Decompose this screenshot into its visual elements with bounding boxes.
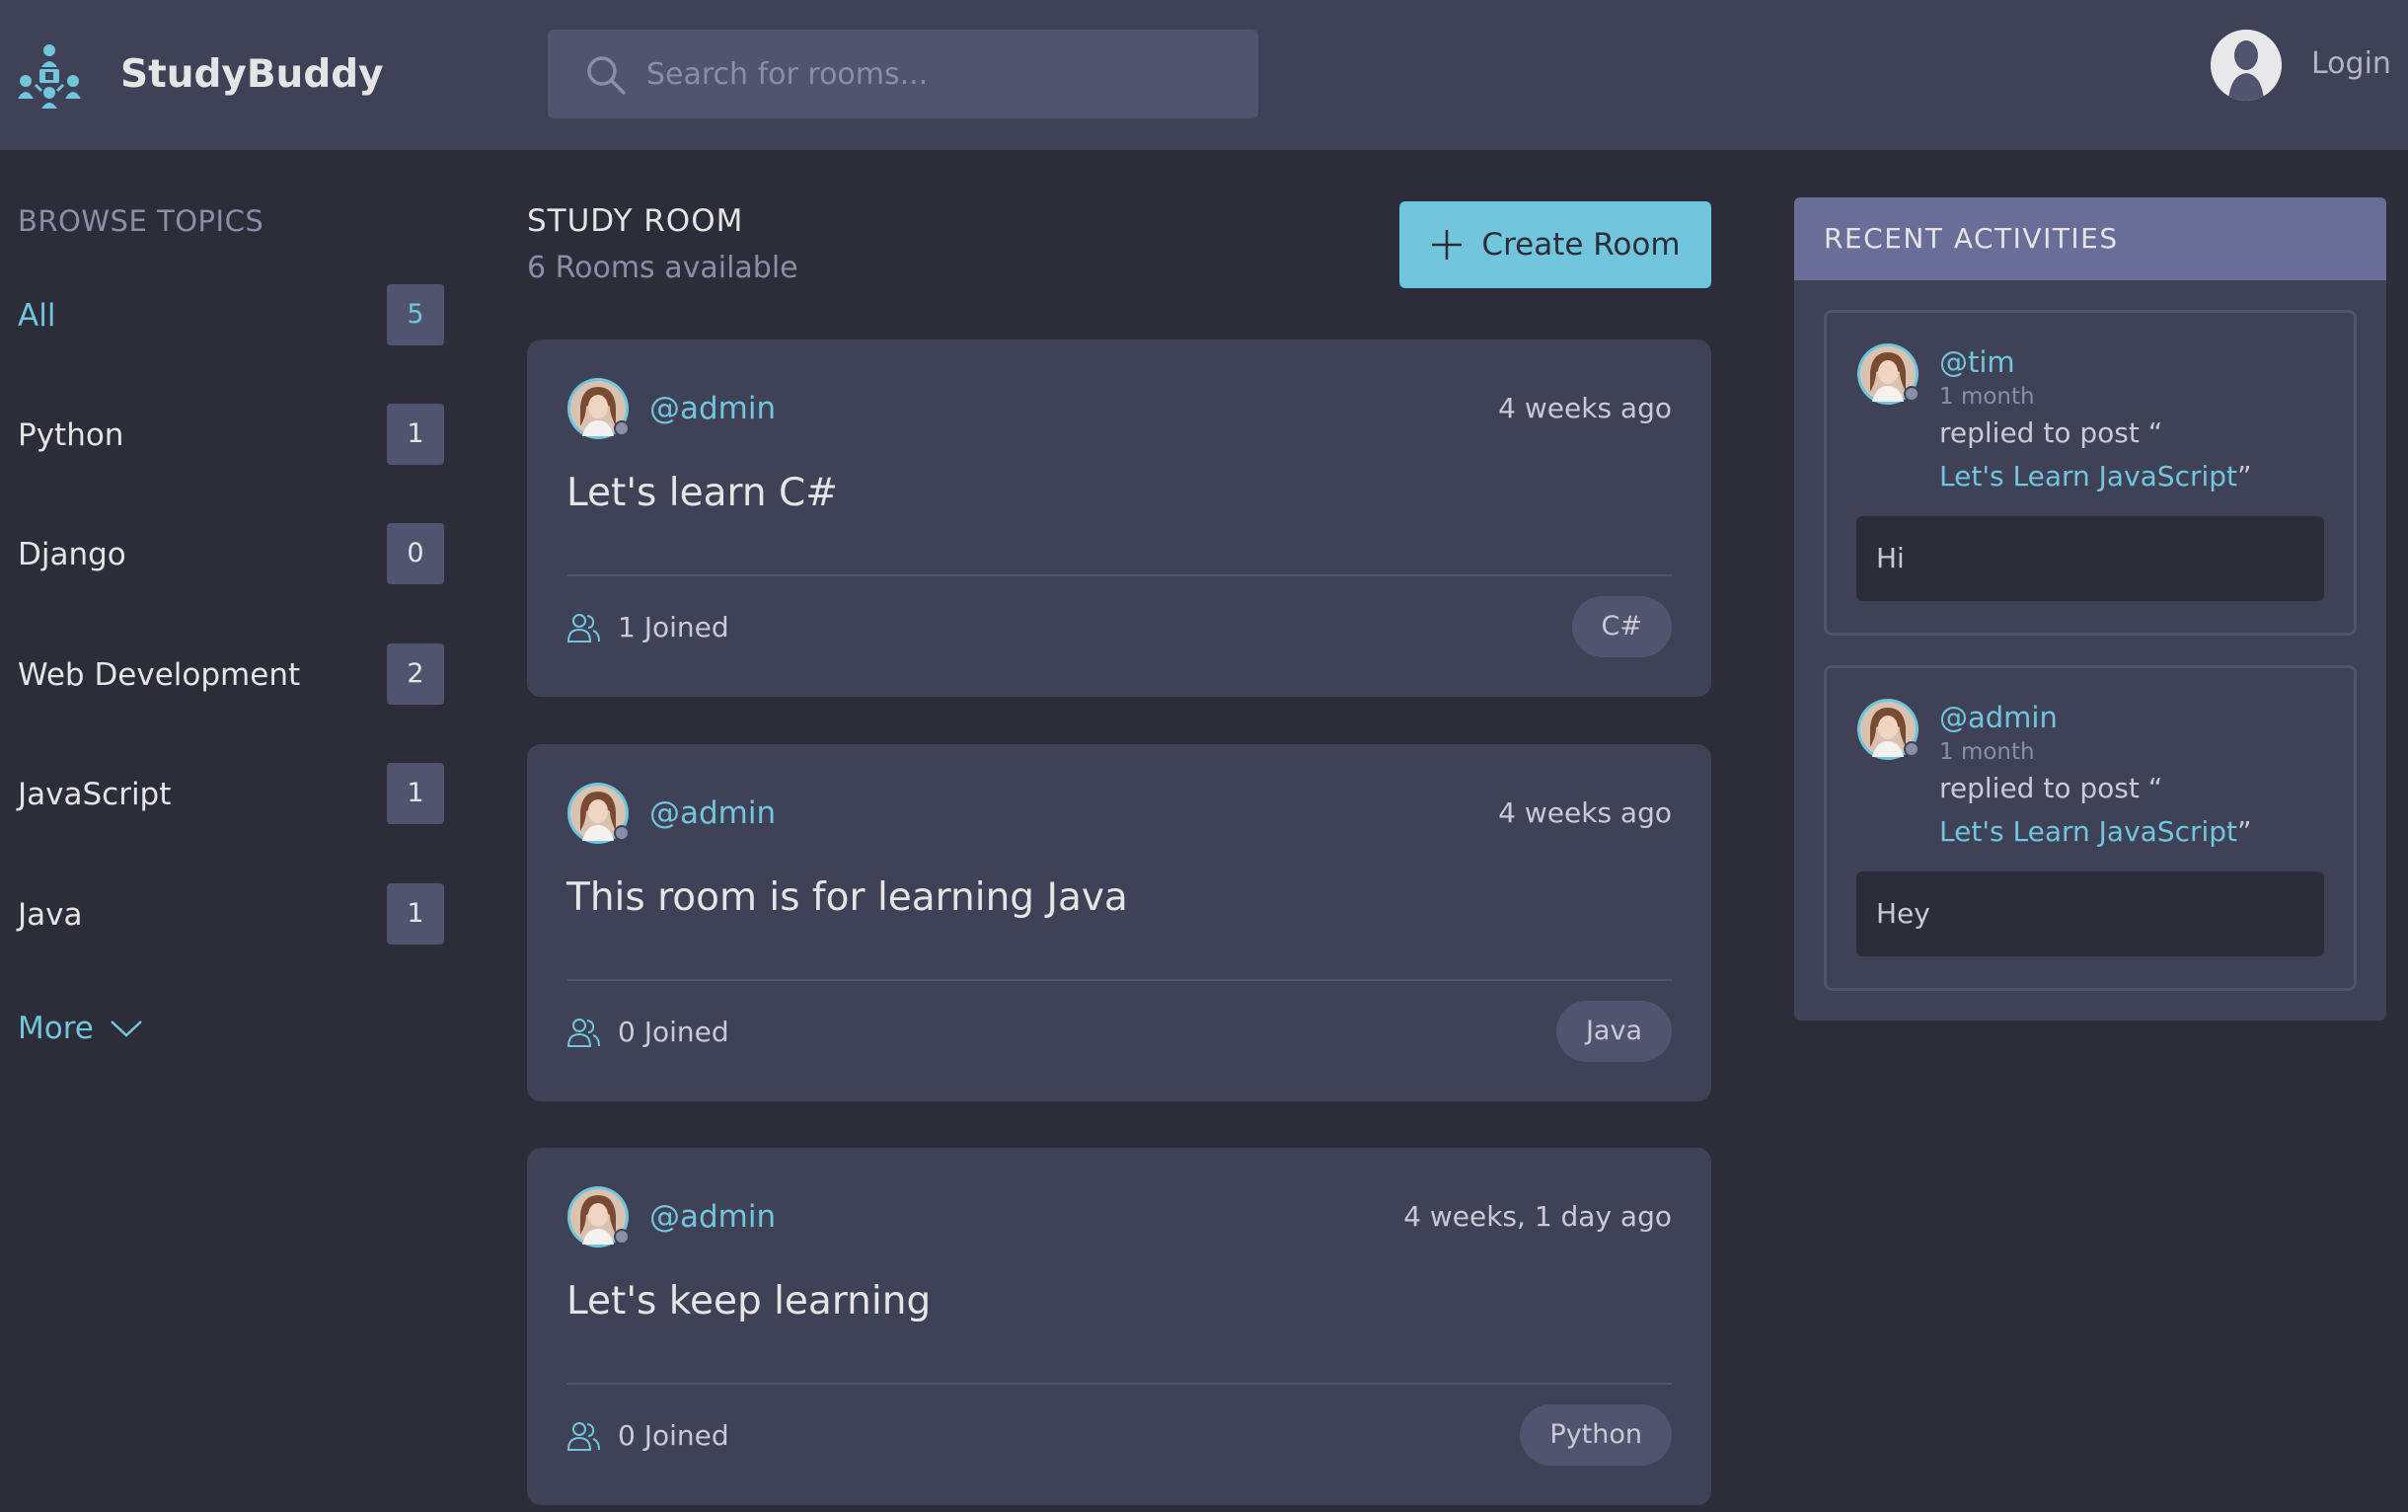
- joined-count: 1 Joined: [618, 611, 729, 643]
- topic-label: Python: [18, 417, 124, 453]
- topic-item-javascript[interactable]: JavaScript 1: [0, 763, 454, 832]
- recent-activities-panel: RECENT ACTIVITIES @tim 1 month replied t…: [1794, 197, 2386, 1021]
- activities-header: RECENT ACTIVITIES: [1794, 197, 2386, 280]
- status-dot: [614, 1229, 630, 1245]
- activity-time: 1 month: [1939, 739, 2035, 765]
- activity-post-link[interactable]: Let's Learn JavaScript: [1939, 815, 2237, 848]
- topic-tag[interactable]: Java: [1555, 1001, 1672, 1062]
- topic-label: Django: [18, 537, 126, 572]
- topic-count-badge: 1: [387, 404, 444, 465]
- user-avatar[interactable]: [2211, 30, 2282, 101]
- room-title[interactable]: Let's learn C#: [566, 466, 838, 521]
- people-icon: [566, 1422, 600, 1451]
- activity-post-line: Let's Learn JavaScript”: [1939, 812, 2252, 852]
- room-card[interactable]: @admin 4 weeks ago This room is for lear…: [527, 744, 1711, 1101]
- topic-label: Java: [18, 897, 83, 933]
- topic-item-django[interactable]: Django 0: [0, 523, 454, 592]
- status-dot: [614, 420, 630, 436]
- topic-item-python[interactable]: Python 1: [0, 404, 454, 473]
- chevron-down-icon: [111, 1021, 142, 1037]
- search-input[interactable]: [646, 30, 1239, 118]
- people-icon: [566, 1019, 600, 1047]
- status-dot: [1904, 386, 1919, 402]
- activity-item: @admin 1 month replied to post “ Let's L…: [1824, 665, 2357, 991]
- activity-post-link[interactable]: Let's Learn JavaScript: [1939, 460, 2237, 492]
- card-divider: [566, 1383, 1672, 1385]
- topic-tag[interactable]: Python: [1520, 1404, 1672, 1466]
- topic-count-badge: 2: [387, 643, 444, 705]
- room-title[interactable]: This room is for learning Java: [566, 870, 1128, 926]
- topic-label: All: [18, 298, 56, 334]
- room-card[interactable]: @admin 4 weeks, 1 day ago Let's keep lea…: [527, 1148, 1711, 1505]
- people-icon: [566, 614, 600, 643]
- topic-count-badge: 1: [387, 883, 444, 945]
- joined-count: 0 Joined: [618, 1419, 729, 1452]
- search-icon: [587, 56, 626, 95]
- activity-avatar[interactable]: [1856, 698, 1919, 761]
- joined-count: 0 Joined: [618, 1016, 729, 1048]
- host-avatar[interactable]: [566, 1185, 630, 1248]
- host-avatar[interactable]: [566, 782, 630, 845]
- activities-title: RECENT ACTIVITIES: [1824, 222, 2119, 255]
- room-timestamp: 4 weeks, 1 day ago: [1403, 1200, 1672, 1233]
- room-timestamp: 4 weeks ago: [1498, 796, 1672, 829]
- topic-label: JavaScript: [18, 777, 172, 812]
- topic-item-java[interactable]: Java 1: [0, 883, 454, 952]
- card-divider: [566, 574, 1672, 576]
- top-header: StudyBuddy Login: [0, 0, 2408, 150]
- close-quote: ”: [2237, 815, 2252, 848]
- browse-topics-title: BROWSE TOPICS: [18, 204, 264, 238]
- host-username[interactable]: @admin: [649, 1197, 776, 1237]
- topic-count-badge: 1: [387, 763, 444, 824]
- activity-message: Hey: [1856, 871, 2324, 956]
- brand-name[interactable]: StudyBuddy: [120, 49, 384, 101]
- topic-count-badge: 0: [387, 523, 444, 584]
- activity-action: replied to post “: [1939, 416, 2163, 449]
- activity-post-line: Let's Learn JavaScript”: [1939, 457, 2252, 496]
- room-title[interactable]: Let's keep learning: [566, 1274, 931, 1329]
- room-card[interactable]: @admin 4 weeks ago Let's learn C# 1 Join…: [527, 340, 1711, 697]
- more-label: More: [18, 1011, 94, 1046]
- topic-tag[interactable]: C#: [1571, 596, 1672, 657]
- joined-info: 0 Joined: [566, 1416, 729, 1456]
- host-username[interactable]: @admin: [649, 389, 776, 428]
- activity-message: Hi: [1856, 516, 2324, 601]
- rooms-available-count: 6 Rooms available: [527, 251, 798, 285]
- login-link[interactable]: Login: [2311, 44, 2391, 84]
- activity-action: replied to post “: [1939, 772, 2163, 804]
- create-room-button[interactable]: Create Room: [1399, 201, 1711, 288]
- card-divider: [566, 979, 1672, 981]
- activity-time: 1 month: [1939, 384, 2035, 410]
- study-room-heading: STUDY ROOM: [527, 203, 744, 239]
- topic-count-badge: 5: [387, 284, 444, 345]
- topic-item-all[interactable]: All 5: [0, 284, 454, 353]
- status-dot: [614, 825, 630, 841]
- activity-avatar[interactable]: [1856, 342, 1919, 406]
- host-avatar[interactable]: [566, 377, 630, 440]
- room-timestamp: 4 weeks ago: [1498, 392, 1672, 424]
- more-topics-button[interactable]: More: [18, 1009, 143, 1048]
- joined-info: 1 Joined: [566, 608, 729, 647]
- activity-username[interactable]: @tim: [1939, 344, 2015, 380]
- close-quote: ”: [2237, 460, 2252, 492]
- topic-item-web-development[interactable]: Web Development 2: [0, 643, 454, 713]
- host-username[interactable]: @admin: [649, 794, 776, 833]
- plus-icon: [1432, 230, 1463, 260]
- activity-username[interactable]: @admin: [1939, 700, 2058, 735]
- studybuddy-logo-icon[interactable]: [16, 41, 83, 109]
- joined-info: 0 Joined: [566, 1013, 729, 1052]
- user-silhouette-icon: [2211, 30, 2282, 101]
- create-room-label: Create Room: [1481, 227, 1681, 263]
- status-dot: [1904, 741, 1919, 757]
- activity-item: @tim 1 month replied to post “ Let's Lea…: [1824, 310, 2357, 636]
- topic-label: Web Development: [18, 657, 301, 693]
- search-bar[interactable]: [548, 30, 1258, 118]
